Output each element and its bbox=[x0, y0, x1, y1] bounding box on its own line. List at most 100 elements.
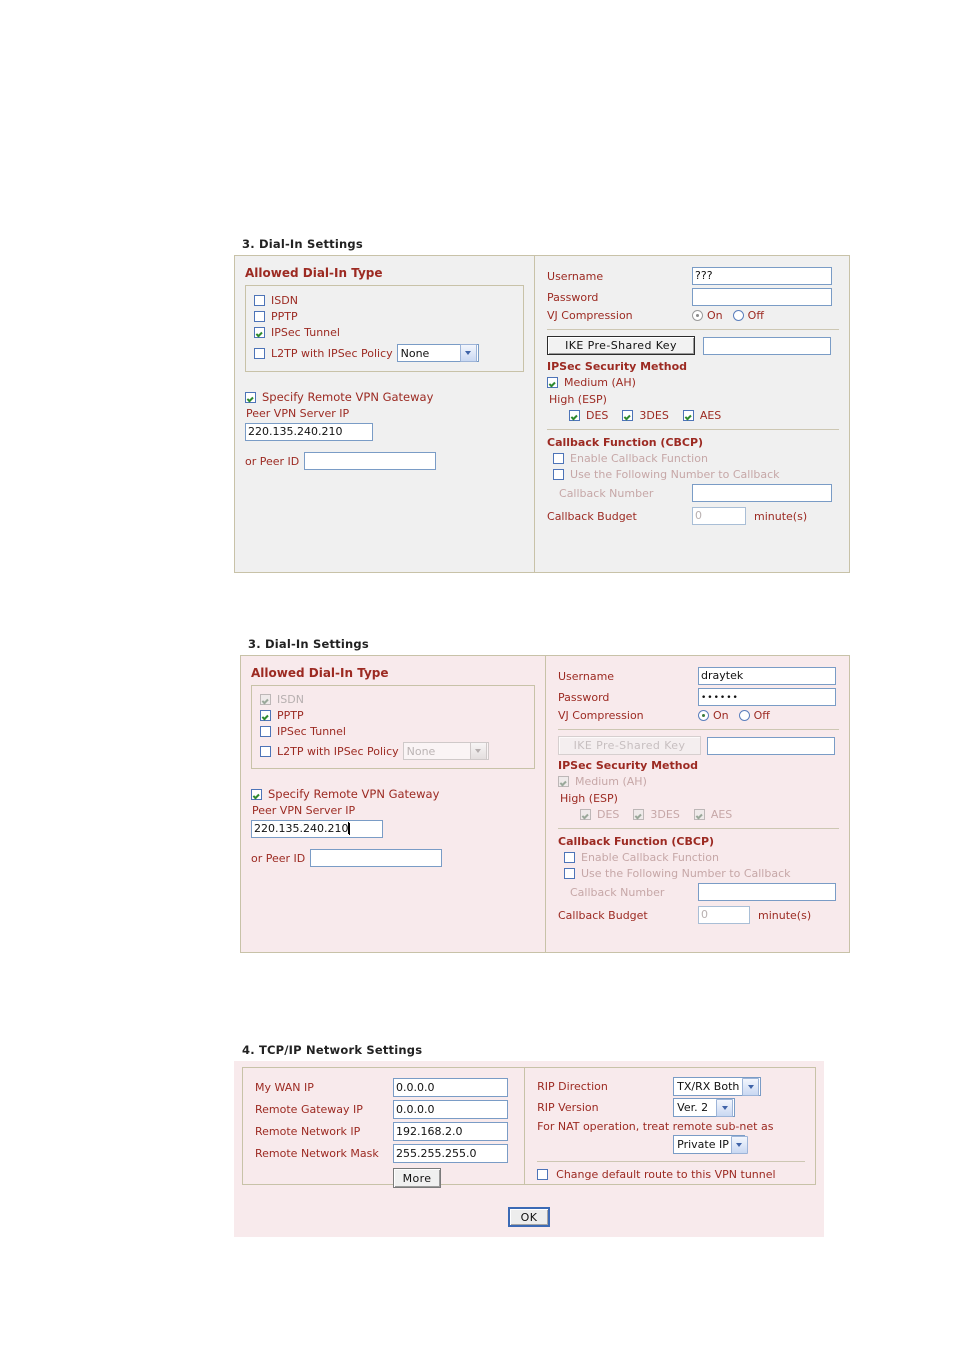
more-button[interactable]: More bbox=[393, 1168, 441, 1188]
username-input[interactable]: ??? bbox=[692, 267, 833, 285]
callback-budget-input[interactable]: 0 bbox=[692, 507, 747, 525]
ike-pre-shared-key-input[interactable] bbox=[707, 736, 835, 755]
nat-subnet-select[interactable]: Private IP bbox=[673, 1135, 748, 1154]
rip-version-label: RIP Version bbox=[537, 1101, 599, 1114]
panel1-option-isdn[interactable]: ISDN bbox=[254, 294, 515, 307]
rip-direction-label: RIP Direction bbox=[537, 1080, 608, 1093]
panel3-nat-select-row: Private IP bbox=[673, 1135, 805, 1154]
panel3-left-column: My WAN IP 0.0.0.0 Remote Gateway IP 0.0.… bbox=[243, 1068, 524, 1188]
minutes-label: minute(s) bbox=[754, 509, 808, 523]
panel1-option-l2tp[interactable]: L2TP with IPSec Policy None bbox=[254, 344, 515, 362]
use-following-number-checkbox[interactable] bbox=[553, 469, 565, 480]
callback-budget-input[interactable]: 0 bbox=[698, 906, 750, 924]
vj-compression-label: VJ Compression bbox=[547, 309, 633, 322]
panel1-allowed-dialin-title: Allowed Dial-In Type bbox=[245, 266, 383, 280]
my-wan-ip-input[interactable]: 0.0.0.0 bbox=[393, 1078, 508, 1097]
panel2-option-ipsec-tunnel[interactable]: IPSec Tunnel bbox=[260, 725, 526, 738]
panel2-username-row: Username draytek bbox=[558, 667, 839, 685]
ok-button[interactable]: OK bbox=[508, 1207, 550, 1227]
ike-pre-shared-key-button[interactable]: IKE Pre-Shared Key bbox=[547, 336, 696, 355]
panel2-option-isdn: ISDN bbox=[260, 693, 526, 706]
username-input[interactable]: draytek bbox=[698, 667, 836, 685]
callback-number-input[interactable] bbox=[692, 484, 833, 502]
des-label: DES bbox=[586, 409, 609, 422]
rip-direction-select[interactable]: TX/RX Both bbox=[673, 1077, 762, 1096]
panel1-left-column: Allowed Dial-In Type ISDN PPTP IPSec Tun… bbox=[235, 256, 534, 572]
panel2-callback-number-row: Callback Number bbox=[570, 883, 839, 901]
peer-vpn-server-ip-input[interactable]: 220.135.240.210 bbox=[245, 423, 373, 441]
vj-off-radio[interactable] bbox=[738, 710, 750, 721]
isdn-checkbox[interactable] bbox=[254, 295, 265, 306]
panel1-option-pptp[interactable]: PPTP bbox=[254, 310, 515, 323]
vj-on-label: On bbox=[713, 709, 729, 722]
aes-checkbox[interactable] bbox=[682, 410, 694, 421]
callback-budget-label: Callback Budget bbox=[547, 509, 637, 523]
peer-vpn-server-ip-input[interactable]: 220.135.240.210 bbox=[251, 820, 383, 838]
panel1-specify-gateway-row[interactable]: Specify Remote VPN Gateway bbox=[245, 390, 524, 404]
panel3-ok-row: OK bbox=[242, 1207, 816, 1227]
vj-on-radio[interactable] bbox=[698, 710, 709, 721]
use-following-number-checkbox[interactable] bbox=[564, 868, 575, 879]
enable-callback-checkbox[interactable] bbox=[564, 852, 575, 863]
vj-off-radio[interactable] bbox=[732, 310, 744, 321]
medium-ah-label: Medium (AH) bbox=[564, 376, 636, 389]
panel1-use-number-row[interactable]: Use the Following Number to Callback bbox=[553, 468, 839, 481]
peer-id-label: or Peer ID bbox=[245, 454, 300, 468]
panel3-field-remote-gateway-ip: Remote Gateway IP 0.0.0.0 bbox=[255, 1100, 514, 1119]
ike-pre-shared-key-input[interactable] bbox=[703, 336, 832, 355]
panel2-right-column: Username draytek Password •••••• VJ Comp… bbox=[545, 656, 849, 952]
des-checkbox[interactable] bbox=[569, 410, 581, 421]
panel2-option-pptp[interactable]: PPTP bbox=[260, 709, 526, 722]
password-input[interactable]: •••••• bbox=[698, 688, 836, 706]
callback-function-title: Callback Function (CBCP) bbox=[547, 436, 704, 449]
panel2-use-number-row[interactable]: Use the Following Number to Callback bbox=[564, 867, 839, 880]
callback-number-label: Callback Number bbox=[559, 486, 654, 500]
l2tp-policy-select[interactable]: None bbox=[396, 344, 479, 362]
l2tp-checkbox[interactable] bbox=[260, 745, 271, 757]
medium-ah-checkbox[interactable] bbox=[547, 377, 559, 388]
peer-vpn-server-ip-label: Peer VPN Server IP bbox=[246, 407, 350, 420]
vj-off-label: Off bbox=[753, 709, 770, 722]
panel3-rip-version-row: RIP Version Ver. 2 bbox=[537, 1098, 805, 1117]
panel2-specify-gateway-row[interactable]: Specify Remote VPN Gateway bbox=[251, 787, 535, 801]
peer-id-input[interactable] bbox=[304, 452, 437, 470]
rip-version-value: Ver. 2 bbox=[677, 1101, 709, 1114]
specify-remote-vpn-gateway-checkbox[interactable] bbox=[245, 391, 256, 403]
remote-network-mask-input[interactable]: 255.255.255.0 bbox=[393, 1144, 508, 1163]
panel2-enable-callback-row[interactable]: Enable Callback Function bbox=[564, 851, 839, 864]
remote-network-ip-input[interactable]: 192.168.2.0 bbox=[393, 1122, 508, 1141]
callback-number-input[interactable] bbox=[698, 883, 836, 901]
panel1-option-ipsec-tunnel[interactable]: IPSec Tunnel bbox=[254, 326, 515, 339]
aes-label: AES bbox=[699, 409, 722, 422]
change-default-route-checkbox[interactable] bbox=[537, 1169, 549, 1180]
specify-remote-vpn-gateway-checkbox[interactable] bbox=[251, 788, 262, 800]
ipsec-tunnel-checkbox[interactable] bbox=[254, 327, 265, 338]
panel2-option-l2tp[interactable]: L2TP with IPSec Policy None bbox=[260, 742, 526, 760]
rip-version-select[interactable]: Ver. 2 bbox=[673, 1098, 736, 1117]
vj-on-label: On bbox=[707, 309, 723, 322]
ipsec-tunnel-checkbox[interactable] bbox=[260, 726, 271, 737]
panel1-enable-callback-row[interactable]: Enable Callback Function bbox=[553, 452, 839, 465]
enable-callback-checkbox[interactable] bbox=[553, 453, 565, 464]
remote-gateway-ip-input[interactable]: 0.0.0.0 bbox=[393, 1100, 508, 1119]
ipsec-security-method-title: IPSec Security Method bbox=[547, 360, 688, 373]
panel1-medium-row[interactable]: Medium (AH) bbox=[547, 376, 839, 389]
panel3-change-route-row[interactable]: Change default route to this VPN tunnel bbox=[537, 1168, 805, 1181]
panel2-vj-row: VJ Compression On Off bbox=[558, 709, 839, 722]
peer-id-input[interactable] bbox=[310, 849, 443, 867]
aes-label: AES bbox=[710, 808, 733, 821]
pptp-checkbox[interactable] bbox=[254, 311, 265, 322]
pptp-checkbox[interactable] bbox=[260, 710, 271, 721]
panel2-allowed-dialin-title: Allowed Dial-In Type bbox=[251, 666, 389, 680]
password-input[interactable] bbox=[692, 288, 833, 306]
3des-checkbox[interactable] bbox=[622, 410, 634, 421]
panel3-right-column: RIP Direction TX/RX Both RIP Version Ver… bbox=[524, 1068, 815, 1184]
panel3-body: My WAN IP 0.0.0.0 Remote Gateway IP 0.0.… bbox=[234, 1061, 824, 1237]
l2tp-policy-select: None bbox=[402, 742, 489, 760]
ike-pre-shared-key-button: IKE Pre-Shared Key bbox=[558, 736, 701, 755]
vj-on-radio[interactable] bbox=[692, 310, 704, 321]
l2tp-checkbox[interactable] bbox=[254, 347, 265, 359]
panel2-password-row: Password •••••• bbox=[558, 688, 839, 706]
callback-function-title: Callback Function (CBCP) bbox=[558, 835, 715, 848]
l2tp-label: L2TP with IPSec Policy bbox=[271, 346, 393, 360]
